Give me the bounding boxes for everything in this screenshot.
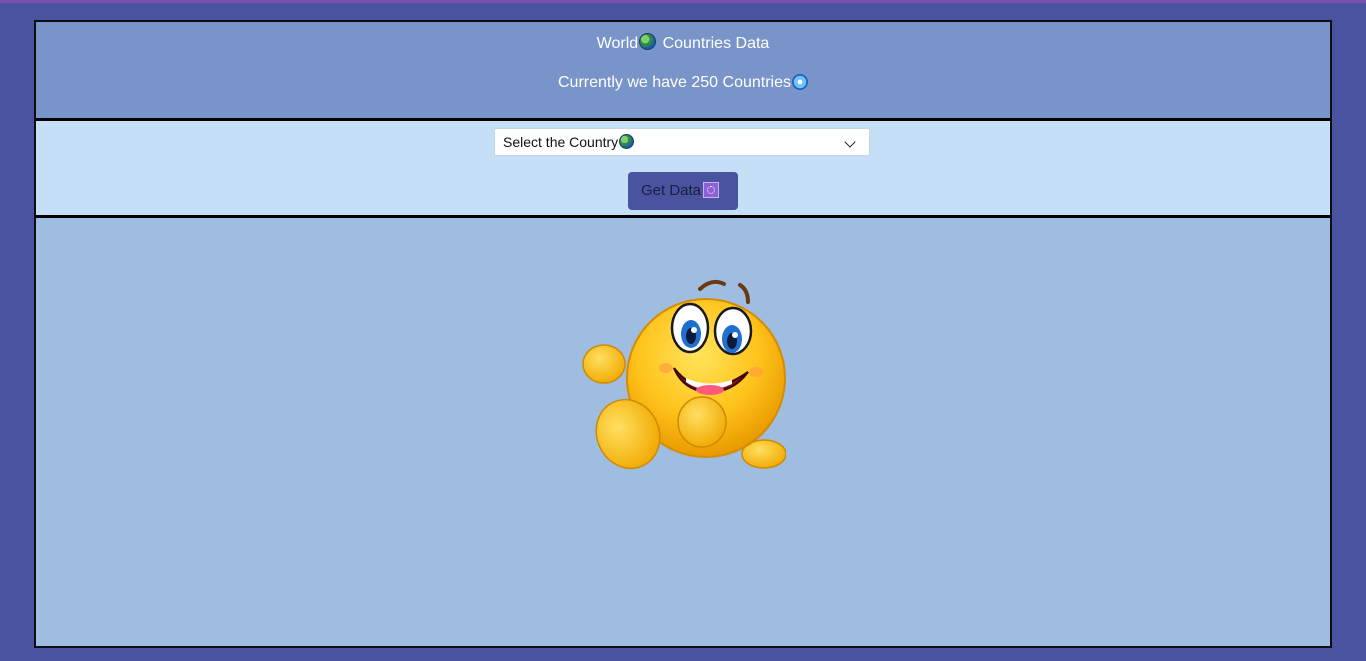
app-frame: World Countries Data Currently we have 2… [34,20,1332,648]
controls-panel: Select the Country Get Data [36,121,1330,218]
country-select[interactable]: Select the Country [494,128,870,156]
page-subtitle: Currently we have 250 Countries [36,73,1330,93]
wheel-of-dharma-icon [703,182,720,198]
title-suffix: Countries Data [658,35,770,52]
get-data-button[interactable]: Get Data [628,172,738,210]
globe-icon [619,134,635,149]
get-data-label: Get Data [640,182,702,199]
content-area [36,218,1330,646]
page-header: World Countries Data Currently we have 2… [36,22,1330,121]
smiley-emoji-illustration [582,279,786,470]
page-title: World Countries Data [36,33,1330,54]
dvd-icon [792,74,808,90]
country-select-value: Select the Country [503,134,619,150]
top-accent-strip [0,0,1366,3]
title-prefix: World [596,35,639,52]
country-count-text: Currently we have 250 Countries [557,74,791,91]
chevron-down-icon [844,136,856,148]
globe-icon [639,33,657,50]
